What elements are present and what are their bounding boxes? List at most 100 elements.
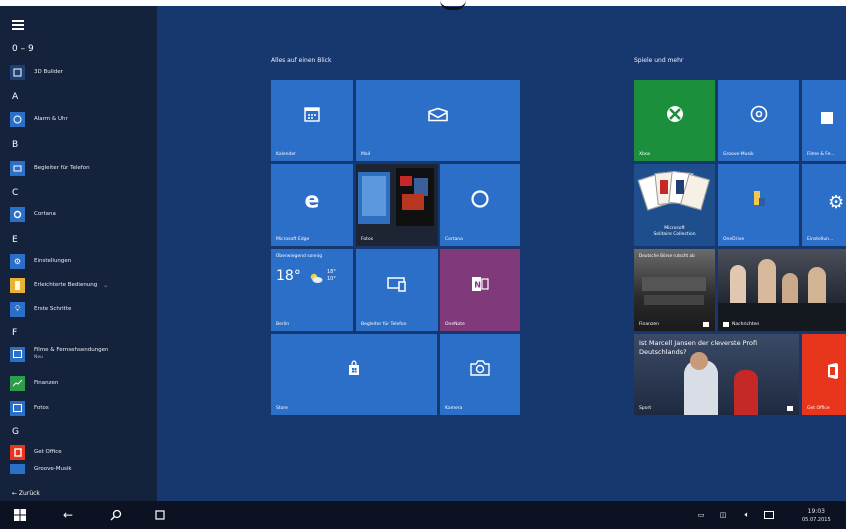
weather-temperature: 18° xyxy=(276,268,301,284)
tile-calendar[interactable]: Kalender xyxy=(271,80,353,161)
weather-low: 10° xyxy=(327,276,336,282)
volume-icon[interactable]: 🔈︎ xyxy=(740,501,754,529)
solitaire-title-line2: Solitaire Collection xyxy=(653,232,696,237)
tile-xbox[interactable]: Xbox xyxy=(634,80,715,161)
tile-label: Filme & Fe... xyxy=(807,152,835,157)
network-icon[interactable]: ◫ xyxy=(716,501,730,529)
tile-mail[interactable]: Mail xyxy=(356,80,520,161)
app-item-films-tv[interactable]: Filme & Fernsehsendungen Neu xyxy=(10,346,109,362)
tile-label: Microsoft Edge xyxy=(276,237,310,242)
weather-high: 18° xyxy=(327,269,336,275)
app-label: Fotos xyxy=(34,404,49,411)
cube-icon xyxy=(10,64,25,80)
section-header-e[interactable]: E xyxy=(12,235,18,245)
tile-label: Sport xyxy=(639,406,652,411)
tile-edge[interactable]: e Microsoft Edge xyxy=(271,164,353,246)
app-label: Alarm & Uhr xyxy=(34,115,68,122)
start-button[interactable] xyxy=(10,501,30,529)
groove-icon xyxy=(750,105,768,127)
app-label: Erleichterte Bedienung xyxy=(34,281,98,288)
solitaire-title: Microsoft Solitaire Collection xyxy=(634,226,715,238)
group-header-games[interactable]: Spiele und mehr xyxy=(634,57,683,64)
tile-store[interactable]: Store xyxy=(271,334,437,415)
mail-icon xyxy=(428,107,448,126)
photo-collage xyxy=(356,164,438,246)
tile-groove[interactable]: Groove-Musik xyxy=(718,80,799,161)
app-item-photos[interactable]: Fotos xyxy=(10,400,49,416)
all-apps-list: 0 – 9 3D Builder A Alarm & Uhr B Begleit… xyxy=(0,6,157,501)
tile-films[interactable]: Filme & Fe... xyxy=(802,80,846,161)
tile-label: Store xyxy=(276,406,288,411)
tile-finance[interactable]: Deutsche Börse rutscht ab Finanzen xyxy=(634,249,715,331)
weather-range: 18° 10° xyxy=(327,269,336,283)
back-button[interactable]: ← Zurück xyxy=(12,490,40,497)
app-item-phone-companion[interactable]: Begleiter für Telefon xyxy=(10,160,90,176)
app-item-groove[interactable]: Groove-Musik xyxy=(10,464,72,474)
app-item-get-started[interactable]: 💡︎ Erste Schritte xyxy=(10,301,71,317)
app-label: Filme & Fernsehsendungen xyxy=(34,347,109,353)
tile-cortana[interactable]: Cortana xyxy=(440,164,520,246)
news-badge-icon xyxy=(787,406,793,411)
tile-onenote[interactable]: N OneNote xyxy=(440,249,520,331)
svg-text:N: N xyxy=(474,280,481,289)
tile-label: Nachrichten xyxy=(732,322,760,327)
store-icon xyxy=(346,360,362,380)
tile-solitaire[interactable]: Microsoft Solitaire Collection xyxy=(634,164,715,246)
back-arrow-icon[interactable]: ← xyxy=(58,501,78,529)
notification-icon[interactable] xyxy=(762,501,776,529)
music-icon xyxy=(10,464,25,474)
section-header-b[interactable]: B xyxy=(12,140,18,150)
action-center-icon[interactable]: ▭ xyxy=(694,501,708,529)
tile-onedrive[interactable]: OneDrive xyxy=(718,164,799,246)
tile-label: Mail xyxy=(361,152,371,157)
film-clapper-icon xyxy=(820,110,834,129)
tile-get-office[interactable]: Get Office xyxy=(802,334,846,415)
section-header-g[interactable]: G xyxy=(12,427,19,437)
app-item-alarm[interactable]: Alarm & Uhr xyxy=(10,111,68,127)
tile-label: Begleiter für Telefon xyxy=(361,322,407,327)
clock[interactable]: 19:03 05.07.2015 xyxy=(802,508,831,524)
cortana-icon xyxy=(470,189,490,213)
gear-icon: ⚙ xyxy=(10,253,25,269)
sport-headline: Ist Marcell Jansen der cleverste Profi D… xyxy=(639,339,758,356)
onedrive-icon xyxy=(751,190,767,212)
finance-news-image xyxy=(634,249,715,331)
tile-label: Xbox xyxy=(639,152,651,157)
tile-phone-companion[interactable]: Begleiter für Telefon xyxy=(356,249,438,331)
app-label: Finanzen xyxy=(34,379,59,386)
app-item-get-office[interactable]: Get Office xyxy=(10,444,62,460)
section-header-f[interactable]: F xyxy=(12,328,17,338)
section-header-hash[interactable]: 0 – 9 xyxy=(12,44,34,54)
tile-settings[interactable]: ⚙ Einstellun... xyxy=(802,164,846,246)
tile-camera[interactable]: Kamera xyxy=(440,334,520,415)
phone-icon xyxy=(10,160,25,176)
app-label: Erste Schritte xyxy=(34,305,72,312)
tile-label: Berlin xyxy=(276,322,290,327)
tile-sport[interactable]: Ist Marcell Jansen der cleverste Profi D… xyxy=(634,334,799,415)
hamburger-menu-icon[interactable] xyxy=(12,20,24,30)
tile-news[interactable]: Nachrichten xyxy=(718,249,846,331)
taskbar: ← ▭ ◫ 🔈︎ 19:03 05.07.2015 xyxy=(0,501,846,529)
app-item-cortana[interactable]: Cortana xyxy=(10,206,56,222)
tile-photos[interactable]: Fotos xyxy=(356,164,438,246)
tile-label: OneNote xyxy=(445,322,465,327)
film-icon xyxy=(10,346,25,362)
gear-icon: ⚙ xyxy=(828,192,845,213)
section-header-c[interactable]: C xyxy=(12,188,18,198)
group-header-glance[interactable]: Alles auf einen Blick xyxy=(271,57,331,64)
phone-companion-icon xyxy=(386,276,408,296)
section-header-a[interactable]: A xyxy=(12,92,18,102)
app-item-settings[interactable]: ⚙ Einstellungen xyxy=(10,253,71,269)
tile-label: OneDrive xyxy=(723,237,745,242)
app-item-finance[interactable]: Finanzen xyxy=(10,375,58,391)
app-item-3d-builder[interactable]: 3D Builder xyxy=(10,64,63,80)
tile-label: Finanzen xyxy=(639,322,659,327)
app-label: Einstellungen xyxy=(34,257,72,264)
app-item-ease-of-access[interactable]: Erleichterte Bedienung ⌄ xyxy=(10,277,108,293)
search-icon[interactable] xyxy=(106,501,126,529)
tile-weather[interactable]: Überwiegend sonnig 18° 18° 10° Berlin xyxy=(271,249,353,331)
chevron-down-icon[interactable]: ⌄ xyxy=(103,282,108,289)
app-label: Groove-Musik xyxy=(34,465,72,472)
task-view-icon[interactable] xyxy=(150,501,170,529)
chart-icon xyxy=(10,375,25,391)
